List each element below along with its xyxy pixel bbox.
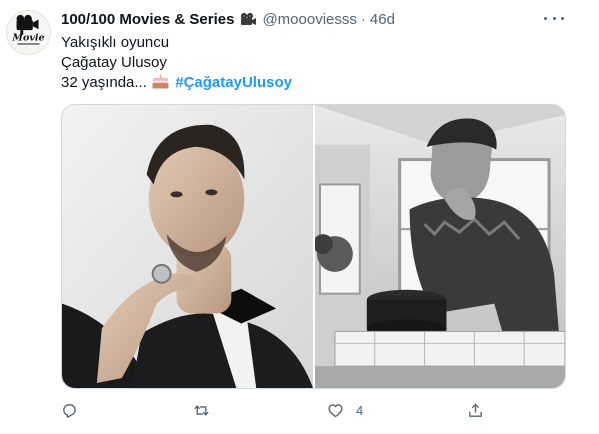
action-bar: 4 <box>61 399 511 421</box>
tweet-header: 100/100 Movies & Series @moooviesss · 46… <box>61 9 395 29</box>
tweet-line-2: Çağatay Ulusoy <box>61 54 167 71</box>
photo-portrait[interactable] <box>62 105 313 388</box>
movie-camera-icon <box>239 12 257 26</box>
svg-text:Movie: Movie <box>11 33 44 44</box>
reply-icon <box>63 403 76 418</box>
timestamp[interactable]: 46d <box>370 11 395 28</box>
birthday-cake-icon <box>152 74 169 89</box>
display-name[interactable]: 100/100 Movies & Series <box>61 11 234 28</box>
share-icon <box>469 403 482 417</box>
media-grid <box>61 104 566 389</box>
tweet-card[interactable]: Movie 100/100 Movies & Series @moooviess… <box>0 0 599 434</box>
movie-logo: Movie <box>7 11 50 54</box>
tweet-line-1: Yakışıklı oyuncu <box>61 34 170 51</box>
tweet-line-3-text: 32 yaşında... <box>61 74 147 91</box>
photo-birthday[interactable] <box>314 105 565 388</box>
more-options-icon[interactable] <box>544 10 564 26</box>
retweet-button[interactable] <box>193 399 222 421</box>
retweet-icon <box>194 404 209 416</box>
separator-dot: · <box>360 10 366 28</box>
tweet-line-3: 32 yaşında... #ÇağatayUlusoy <box>61 73 292 93</box>
hashtag-link[interactable]: #ÇağatayUlusoy <box>175 74 292 91</box>
user-handle[interactable]: @moooviesss <box>262 11 356 28</box>
reply-button[interactable] <box>61 399 90 421</box>
avatar[interactable]: Movie <box>6 10 51 55</box>
like-button[interactable]: 4 <box>327 399 363 421</box>
like-count: 4 <box>356 402 364 418</box>
tweet-text: Yakışıklı oyuncu Çağatay Ulusoy 32 yaşın… <box>61 33 292 93</box>
share-button[interactable] <box>467 399 496 421</box>
like-icon <box>328 403 343 417</box>
